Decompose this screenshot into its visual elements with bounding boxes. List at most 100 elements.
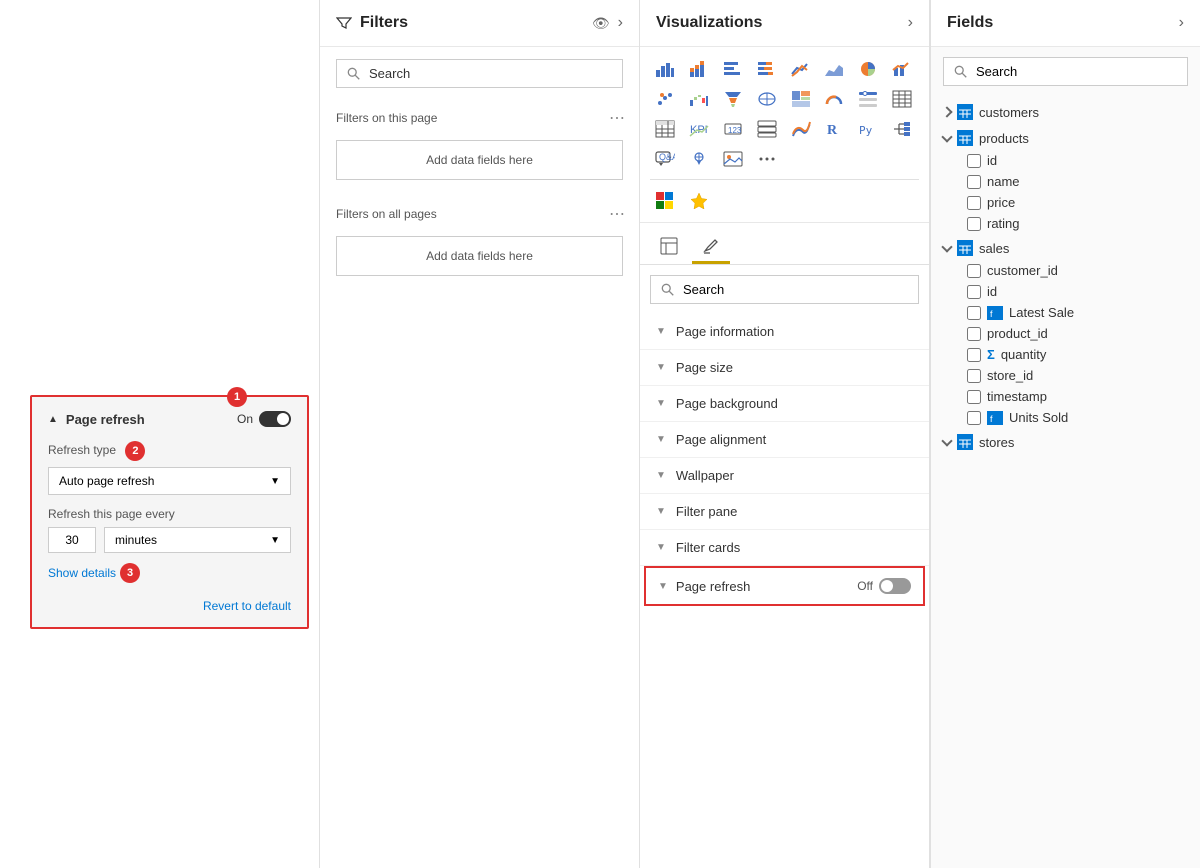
- cb-sales-units-sold[interactable]: [967, 411, 981, 425]
- cb-sales-store-id[interactable]: [967, 369, 981, 383]
- cb-sales-quantity[interactable]: [967, 348, 981, 362]
- field-sales-store-id[interactable]: store_id: [931, 365, 1200, 386]
- viz-icon-kpi[interactable]: KPI: [684, 115, 714, 143]
- left-panel: 1 ▲ Page refresh On Refresh type 2 Auto …: [0, 0, 320, 868]
- viz-icon-stacked-hbar[interactable]: [752, 55, 782, 83]
- format-row-page-size[interactable]: ▼ Page size: [640, 350, 929, 386]
- viz-icon-combo[interactable]: [887, 55, 917, 83]
- fields-search-input[interactable]: [976, 64, 1177, 79]
- viz-icon-card[interactable]: 123: [718, 115, 748, 143]
- cb-products-rating[interactable]: [967, 217, 981, 231]
- viz-icon-table[interactable]: [887, 85, 917, 113]
- filters-expand-icon[interactable]: ›: [618, 14, 623, 32]
- field-sales-quantity[interactable]: Σ quantity: [931, 344, 1200, 365]
- field-sales-customer-id[interactable]: customer_id: [931, 260, 1200, 281]
- viz-icon-r-visual[interactable]: R: [819, 115, 849, 143]
- show-details-link[interactable]: Show details: [48, 566, 116, 580]
- field-products-rating[interactable]: rating: [931, 213, 1200, 234]
- cb-products-price[interactable]: [967, 196, 981, 210]
- viz-icon-matrix[interactable]: [650, 115, 680, 143]
- viz-icon-python[interactable]: Py: [853, 115, 883, 143]
- group-products-header[interactable]: products: [931, 126, 1200, 150]
- viz-title: Visualizations: [656, 14, 908, 32]
- viz-icon-image[interactable]: [718, 145, 748, 173]
- format-row-filter-cards[interactable]: ▼ Filter cards: [640, 530, 929, 566]
- collapse-icon[interactable]: ▲: [48, 414, 58, 425]
- toggle-on-group[interactable]: On: [237, 411, 291, 427]
- sales-table-icon: [957, 240, 973, 256]
- field-products-name[interactable]: name: [931, 171, 1200, 192]
- add-data-fields-1[interactable]: Add data fields here: [336, 140, 623, 180]
- field-products-id[interactable]: id: [931, 150, 1200, 171]
- viz-icon-hbar[interactable]: [718, 55, 748, 83]
- format-row-page-information[interactable]: ▼ Page information: [640, 314, 929, 350]
- viz-icon-appstore[interactable]: [650, 186, 680, 214]
- viz-icon-ribbon[interactable]: [786, 115, 816, 143]
- svg-text:Py: Py: [859, 124, 873, 137]
- filters-search-input[interactable]: [369, 66, 612, 81]
- viz-icon-treemap[interactable]: [786, 85, 816, 113]
- unit-chevron: ▼: [270, 535, 280, 546]
- cb-sales-customer-id[interactable]: [967, 264, 981, 278]
- viz-tab-format[interactable]: [692, 231, 730, 264]
- fields-title: Fields: [947, 14, 1179, 32]
- viz-tab-fields-icon[interactable]: [650, 231, 688, 264]
- viz-icon-scatter[interactable]: [650, 85, 680, 113]
- format-row-filter-pane[interactable]: ▼ Filter pane: [640, 494, 929, 530]
- cb-sales-timestamp[interactable]: [967, 390, 981, 404]
- revert-to-default-link[interactable]: Revert to default: [48, 599, 291, 613]
- cb-sales-latest-sale[interactable]: [967, 306, 981, 320]
- group-sales-header[interactable]: sales: [931, 236, 1200, 260]
- field-sales-timestamp[interactable]: timestamp: [931, 386, 1200, 407]
- filters-eye-icon[interactable]: 👁: [592, 15, 610, 32]
- page-refresh-label: Page refresh: [66, 412, 145, 427]
- group-stores-header[interactable]: stores: [931, 430, 1200, 454]
- cb-products-name[interactable]: [967, 175, 981, 189]
- viz-icon-bar[interactable]: [650, 55, 680, 83]
- viz-icon-area[interactable]: [819, 55, 849, 83]
- interval-input[interactable]: [48, 527, 96, 553]
- viz-icon-decomp[interactable]: [887, 115, 917, 143]
- toggle-on-switch[interactable]: [259, 411, 291, 427]
- stores-label: stores: [979, 435, 1014, 450]
- viz-icon-funnel[interactable]: [718, 85, 748, 113]
- viz-icon-gauge[interactable]: [819, 85, 849, 113]
- format-row-wallpaper[interactable]: ▼ Wallpaper: [640, 458, 929, 494]
- page-refresh-toggle-off[interactable]: [879, 578, 911, 594]
- filters-page-menu[interactable]: ⋯: [609, 108, 623, 128]
- page-refresh-header: ▲ Page refresh On: [48, 411, 291, 427]
- viz-search-input[interactable]: [683, 282, 908, 297]
- viz-expand-icon[interactable]: ›: [908, 14, 913, 32]
- viz-icon-more[interactable]: [752, 145, 782, 173]
- cb-sales-id[interactable]: [967, 285, 981, 299]
- group-customers: customers: [931, 100, 1200, 124]
- refresh-type-select[interactable]: Auto page refresh ▼: [48, 467, 291, 495]
- viz-icons-grid: KPI 123 R Py Q&A: [640, 47, 929, 223]
- field-sales-id[interactable]: id: [931, 281, 1200, 302]
- viz-icon-waterfall[interactable]: [684, 85, 714, 113]
- viz-icon-line[interactable]: [786, 55, 816, 83]
- viz-icon-pie[interactable]: [853, 55, 883, 83]
- filters-all-menu[interactable]: ⋯: [609, 204, 623, 224]
- add-data-fields-2[interactable]: Add data fields here: [336, 236, 623, 276]
- viz-icon-map[interactable]: [752, 85, 782, 113]
- group-customers-header[interactable]: customers: [931, 100, 1200, 124]
- viz-icon-filter-visual[interactable]: [853, 85, 883, 113]
- viz-icon-multirow-card[interactable]: [752, 115, 782, 143]
- viz-icon-star[interactable]: [684, 186, 714, 214]
- interval-unit-select[interactable]: minutes ▼: [104, 527, 291, 553]
- format-row-page-background[interactable]: ▼ Page background: [640, 386, 929, 422]
- format-row-page-alignment[interactable]: ▼ Page alignment: [640, 422, 929, 458]
- cb-sales-product-id[interactable]: [967, 327, 981, 341]
- chevron-filter-pane: ▼: [656, 506, 666, 517]
- format-row-page-refresh[interactable]: ▼ Page refresh Off: [644, 566, 925, 606]
- fields-expand-icon[interactable]: ›: [1179, 14, 1184, 32]
- field-products-price[interactable]: price: [931, 192, 1200, 213]
- field-sales-product-id[interactable]: product_id: [931, 323, 1200, 344]
- field-sales-latest-sale[interactable]: f Latest Sale: [931, 302, 1200, 323]
- field-sales-units-sold[interactable]: f Units Sold: [931, 407, 1200, 428]
- viz-icon-stacked-bar[interactable]: [684, 55, 714, 83]
- viz-icon-map2[interactable]: [684, 145, 714, 173]
- cb-products-id[interactable]: [967, 154, 981, 168]
- viz-icon-qna[interactable]: Q&A: [650, 145, 680, 173]
